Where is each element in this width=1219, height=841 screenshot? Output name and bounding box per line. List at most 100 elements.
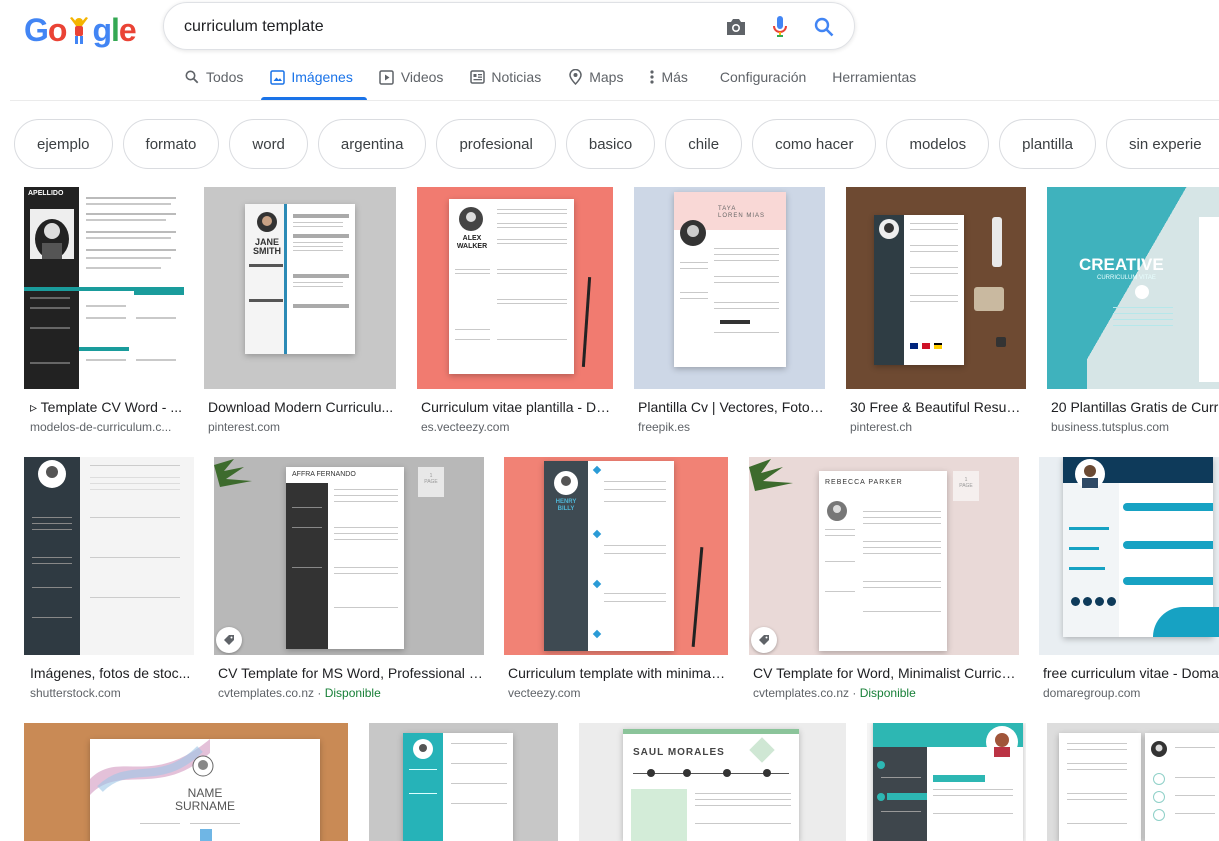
image-result[interactable]: JANE SMITH Download Modern Curriculu... p…	[204, 187, 396, 437]
more-vert-icon	[649, 69, 655, 85]
image-result[interactable]: REBECCA PARKER 1 PAGE CV Template for Wo…	[749, 457, 1019, 707]
chip-como-hacer[interactable]: como hacer	[752, 119, 877, 169]
result-title[interactable]: CV Template for MS Word, Professional C.…	[218, 665, 484, 681]
image-result[interactable]: HENRY BILLY Curriculum template with min…	[504, 457, 728, 707]
tab-videos[interactable]: Videos	[379, 66, 444, 88]
tab-maps[interactable]: Maps	[567, 66, 623, 88]
result-source[interactable]: domaregroup.com	[1043, 686, 1219, 700]
result-title[interactable]: ▹ Template CV Word - ...	[30, 399, 184, 416]
result-thumbnail[interactable]	[846, 187, 1026, 389]
chip-basico[interactable]: basico	[565, 119, 656, 169]
chip-modelos[interactable]: modelos	[886, 119, 990, 169]
availability: Disponible	[324, 686, 381, 700]
result-source[interactable]: shutterstock.com	[30, 686, 194, 700]
result-source[interactable]: business.tutsplus.com	[1051, 420, 1219, 434]
portrait-photo	[413, 739, 433, 759]
tab-herramientas[interactable]: Herramientas	[832, 66, 916, 88]
image-result[interactable]: ALEX WALKER Curriculum vitae plantilla - …	[417, 187, 613, 437]
result-title[interactable]: free curriculum vitae - Doma	[1043, 665, 1219, 681]
result-thumbnail[interactable]: ALEX WALKER	[417, 187, 613, 389]
tag-icon	[216, 627, 242, 653]
tab-configuracion[interactable]: Configuración	[720, 66, 806, 88]
image-result[interactable]: NAME SURNAME	[24, 723, 348, 841]
thumb-name: AFFRA FERNANDO	[292, 471, 356, 478]
image-result[interactable]: 30 Free & Beautiful Resum... pinterest.c…	[846, 187, 1026, 437]
thumb-title: CREATIVE	[1079, 255, 1164, 274]
source-domain: cvtemplates.co.nz	[218, 686, 315, 700]
result-title[interactable]: Curriculum template with minimali...	[508, 665, 728, 681]
result-thumbnail[interactable]	[369, 723, 558, 841]
google-logo[interactable]: Go gle	[24, 12, 137, 49]
result-source[interactable]: freepik.es	[638, 420, 825, 434]
result-title[interactable]: Plantilla Cv | Vectores, Fotos...	[638, 399, 825, 415]
chip-sin-experiencia[interactable]: sin experie	[1106, 119, 1219, 169]
chip-formato[interactable]: formato	[122, 119, 220, 169]
result-title[interactable]: Download Modern Curriculu...	[208, 399, 396, 415]
thumb-name: WALKER	[456, 243, 488, 250]
result-source[interactable]: cvtemplates.co.nz · Disponible	[753, 686, 1019, 700]
image-result[interactable]: APELLIDO ▹ Template CV Word - ... modelo…	[24, 187, 184, 437]
result-source[interactable]: cvtemplates.co.nz · Disponible	[218, 686, 484, 700]
result-thumbnail[interactable]	[24, 457, 194, 655]
result-source[interactable]: pinterest.com	[208, 420, 396, 434]
camera-icon[interactable]	[724, 15, 748, 39]
result-thumbnail[interactable]	[867, 723, 1026, 841]
plant-icon	[749, 459, 793, 491]
result-source[interactable]: es.vecteezy.com	[421, 420, 613, 434]
result-thumbnail[interactable]: AFFRA FERNANDO 1 PAGE	[214, 457, 484, 655]
chip-ejemplo[interactable]: ejemplo	[14, 119, 113, 169]
tab-label: Configuración	[719, 69, 807, 85]
result-thumbnail[interactable]	[1047, 723, 1219, 841]
image-result[interactable]: CREATIVE CURRICULUM VITAE 20 Plantillas …	[1047, 187, 1219, 437]
result-thumbnail[interactable]: TAYA LOREN MIAS	[634, 187, 825, 389]
search-input[interactable]	[184, 15, 704, 39]
image-result[interactable]	[867, 723, 1026, 841]
result-thumbnail[interactable]: CREATIVE CURRICULUM VITAE	[1047, 187, 1219, 389]
tab-noticias[interactable]: Noticias	[469, 66, 541, 88]
result-thumbnail[interactable]: SAUL MORALES	[579, 723, 846, 841]
portrait-photo	[554, 471, 578, 495]
logo-letter: G	[24, 12, 49, 48]
result-title[interactable]: Imágenes, fotos de stoc...	[30, 665, 194, 681]
result-source[interactable]: modelos-de-curriculum.c...	[30, 420, 184, 434]
result-thumbnail[interactable]: HENRY BILLY	[504, 457, 728, 655]
search-icon[interactable]	[812, 15, 836, 39]
chip-plantilla[interactable]: plantilla	[999, 119, 1097, 169]
thumb-name: TAYA	[718, 206, 737, 212]
chip-chile[interactable]: chile	[665, 119, 743, 169]
result-thumbnail[interactable]: NAME SURNAME	[24, 723, 348, 841]
result-thumbnail[interactable]: JANE SMITH	[204, 187, 396, 389]
play-icon	[379, 69, 395, 85]
result-thumbnail[interactable]: APELLIDO	[24, 187, 184, 389]
result-thumbnail[interactable]	[1039, 457, 1219, 655]
portrait-photo	[986, 726, 1018, 758]
chip-argentina[interactable]: argentina	[317, 119, 427, 169]
result-source[interactable]: vecteezy.com	[508, 686, 728, 700]
image-result[interactable]: TAYA LOREN MIAS Plantilla Cv | Vectores, …	[634, 187, 825, 437]
thumb-name: HENRY BILLY	[555, 499, 577, 512]
result-title[interactable]: 20 Plantillas Gratis de Curri	[1051, 399, 1219, 415]
result-thumbnail[interactable]: REBECCA PARKER 1 PAGE	[749, 457, 1019, 655]
chip-word[interactable]: word	[229, 119, 308, 169]
result-title[interactable]: CV Template for Word, Minimalist Curricu…	[753, 665, 1019, 681]
image-result[interactable]: free curriculum vitae - Doma domaregroup…	[1039, 457, 1219, 707]
result-source[interactable]: pinterest.ch	[850, 420, 1026, 434]
thumb-name: APELLIDO	[28, 190, 64, 197]
image-result[interactable]	[369, 723, 558, 841]
result-title[interactable]: Curriculum vitae plantilla - De...	[421, 399, 613, 415]
microphone-icon[interactable]	[768, 15, 792, 39]
tab-todos[interactable]: Todos	[184, 66, 243, 88]
chip-profesional[interactable]: profesional	[436, 119, 556, 169]
thumb-name: ALEX	[462, 235, 482, 242]
tab-label: Todos	[206, 69, 244, 85]
tab-label: Más	[661, 69, 688, 85]
image-result[interactable]: AFFRA FERNANDO 1 PAGE CV Template for MS…	[214, 457, 484, 707]
tab-mas[interactable]: Más	[649, 66, 688, 88]
image-result[interactable]	[1047, 723, 1219, 841]
page-badge: 1 PAGE	[418, 467, 444, 497]
result-title[interactable]: 30 Free & Beautiful Resum...	[850, 399, 1026, 415]
tab-imagenes[interactable]: Imágenes	[261, 66, 368, 100]
image-result[interactable]: Imágenes, fotos de stoc... shutterstock.…	[24, 457, 194, 707]
tab-label: Videos	[400, 69, 444, 85]
image-result[interactable]: SAUL MORALES	[579, 723, 846, 841]
